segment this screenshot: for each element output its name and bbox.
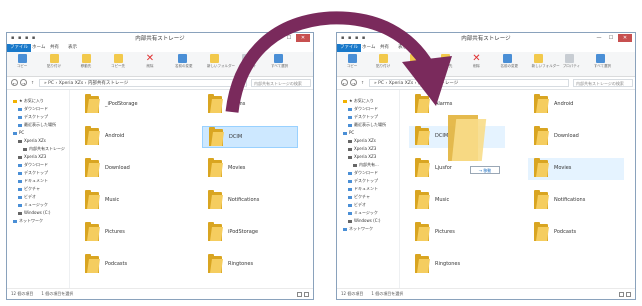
drag-arrow-icon bbox=[225, 11, 452, 113]
